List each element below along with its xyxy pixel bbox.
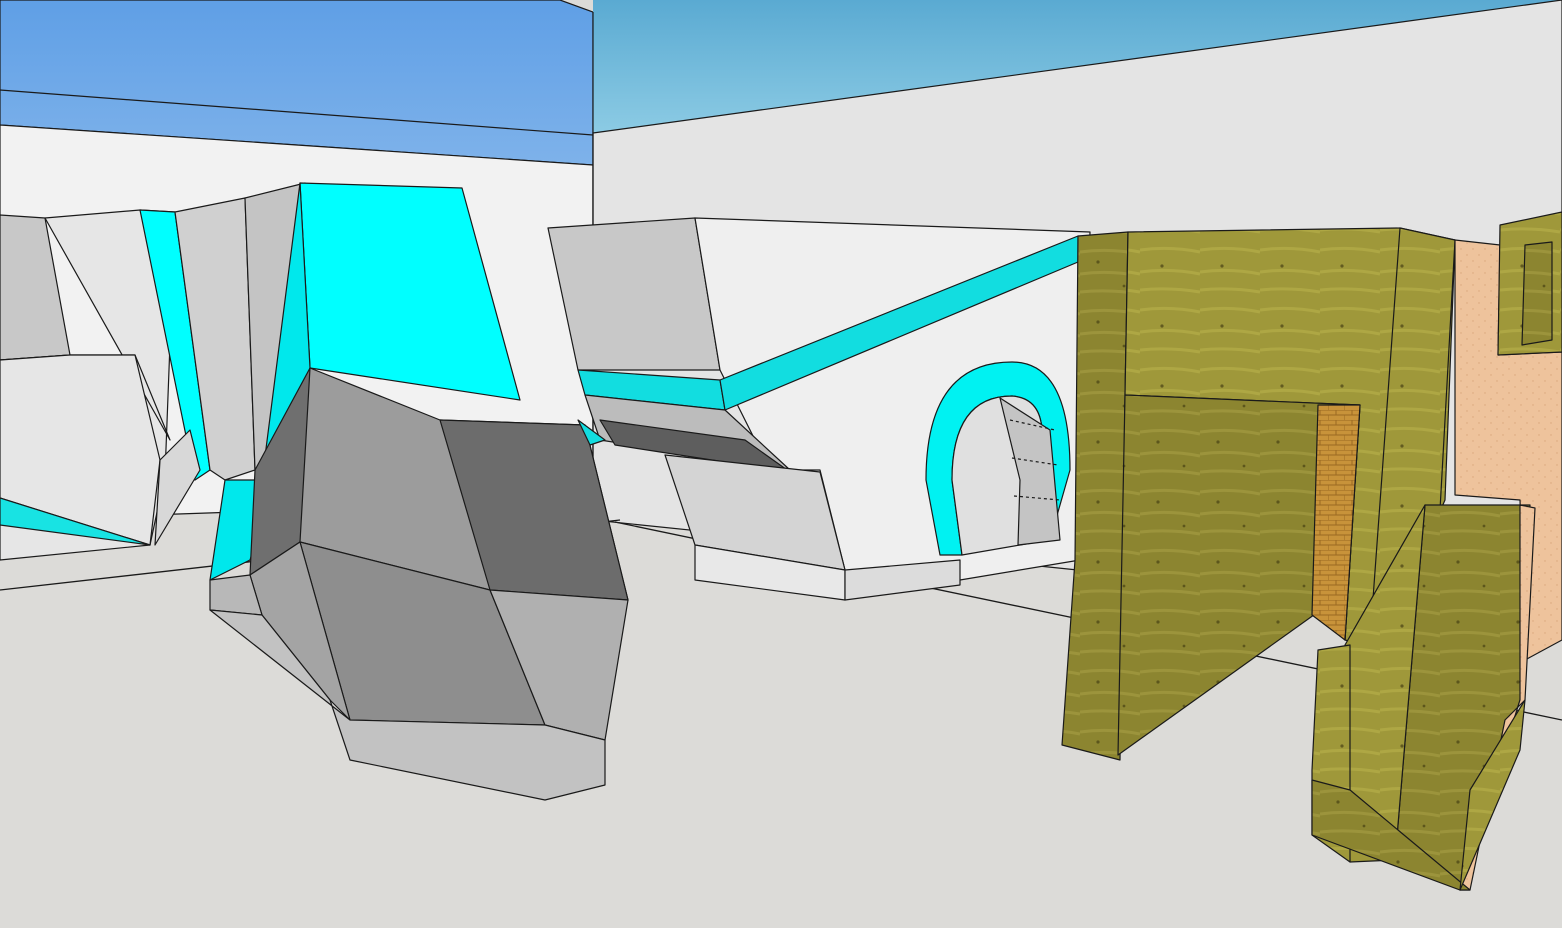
3d-model-viewport[interactable] bbox=[0, 0, 1562, 928]
